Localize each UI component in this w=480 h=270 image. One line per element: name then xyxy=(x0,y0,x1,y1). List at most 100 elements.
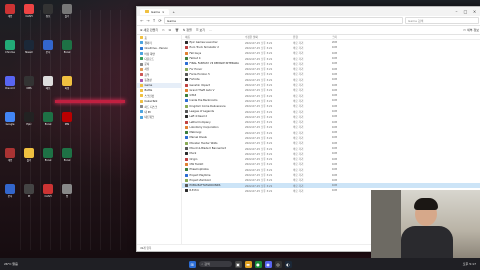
file-name: Grand Theft Auto V xyxy=(189,88,215,92)
copy-icon[interactable]: ⧉ xyxy=(169,28,171,32)
nav-item[interactable]: 네트워크 xyxy=(137,114,181,119)
forward-icon[interactable]: → xyxy=(146,18,150,23)
file-type: 바로 가기 xyxy=(293,179,304,183)
person-torso xyxy=(401,226,453,258)
file-explorer-icon[interactable]: ▬ xyxy=(244,260,252,268)
shortcut-icon xyxy=(185,115,188,119)
desktop-icon[interactable]: 게임 xyxy=(2,148,18,162)
file-name: Kingdom Come Deliverance xyxy=(189,104,226,108)
desktop-icon[interactable]: Epic xyxy=(21,112,37,126)
desktop-icon[interactable]: Steam xyxy=(21,40,37,54)
nav-item-label: 사진 xyxy=(144,68,150,72)
file-size: 1KB xyxy=(331,178,337,182)
desktop-icon[interactable]: Excel xyxy=(40,112,56,126)
folder-icon xyxy=(140,73,143,77)
file-type: 바로 가기 xyxy=(293,121,304,125)
column-size[interactable]: 크기 xyxy=(323,35,337,39)
taskbar-search[interactable]: ⌕ 검색 xyxy=(198,261,232,267)
file-size: 1KB xyxy=(331,57,337,61)
details-label: 세부 정보 xyxy=(467,28,479,32)
desktop-icon-label: CASH xyxy=(25,15,33,18)
cut-icon[interactable]: ✂ xyxy=(162,28,165,32)
app-icon xyxy=(24,112,34,122)
new-tab-icon[interactable]: + xyxy=(169,10,175,14)
nav-item-label: OneDrive - Person xyxy=(144,46,169,50)
file-name-cell: Lethal Company xyxy=(185,120,245,124)
folder-icon xyxy=(140,115,143,119)
column-date[interactable]: 수정한 날짜 xyxy=(245,35,293,39)
shortcut-icon xyxy=(185,136,188,140)
search-input[interactable]: Game 검색 xyxy=(405,17,479,24)
discord-icon[interactable]: ◉ xyxy=(264,260,272,268)
file-name-cell: GTA5 xyxy=(185,94,245,98)
desktop-icon-label: OBS xyxy=(26,87,32,90)
desktop-icon[interactable]: CASH xyxy=(40,184,56,198)
refresh-icon[interactable]: ⟳ xyxy=(158,18,162,23)
desktop-icon[interactable]: 문서 xyxy=(2,184,18,198)
steam-icon[interactable]: ◐ xyxy=(284,260,292,268)
close-window-icon[interactable]: × xyxy=(470,9,479,14)
file-size: 1KB xyxy=(331,120,337,124)
close-tab-icon[interactable]: × xyxy=(162,10,165,14)
desktop-icon[interactable]: OBS xyxy=(21,76,37,90)
maximize-icon[interactable]: □ xyxy=(461,9,470,14)
file-type: 바로 가기 xyxy=(293,142,304,146)
file-size: 1KB xyxy=(331,94,337,98)
new-label: 새로 만들기 xyxy=(143,28,159,32)
desktop-icon[interactable]: Excel xyxy=(59,148,75,162)
desktop-icon[interactable]: Discord xyxy=(2,76,18,90)
folder-icon xyxy=(140,67,143,71)
delete-icon[interactable]: 🗑 xyxy=(175,28,179,32)
sort-button[interactable]: ⇅ 정렬 xyxy=(183,28,192,32)
task-view-icon[interactable]: ▣ xyxy=(234,260,242,268)
app-icon xyxy=(62,148,72,158)
desktop-icon[interactable]: 앱 xyxy=(59,184,75,198)
desktop-icon[interactable]: 게임 xyxy=(2,4,18,18)
more-icon[interactable]: ··· xyxy=(209,28,212,32)
desktop-icon-label: Excel xyxy=(63,159,71,162)
weather-widget[interactable]: 26°C 맑음 xyxy=(0,262,84,266)
up-icon[interactable]: ↑ xyxy=(152,18,156,23)
desktop-icon[interactable]: M xyxy=(21,184,37,198)
desktop-icon-label: Chrome xyxy=(5,51,15,54)
taskbar: 26°C 맑음 ⊞ ⌕ 검색 ▣ ▬ ● ◉ ◎ ◐ 오후 5:17 xyxy=(0,258,480,270)
desktop-icon[interactable]: Google xyxy=(2,112,18,126)
desktop-icon[interactable]: Excel xyxy=(59,40,75,54)
explorer-tab[interactable]: Game × xyxy=(140,8,170,15)
back-icon[interactable]: ← xyxy=(140,18,144,23)
desktop-icon[interactable]: Chrome xyxy=(2,40,18,54)
obs-icon[interactable]: ◎ xyxy=(274,260,282,268)
file-date: 2022-07-15 오후 3:21 xyxy=(245,62,273,66)
app-icon xyxy=(5,40,15,50)
chrome-icon[interactable]: ● xyxy=(254,260,262,268)
folder-icon xyxy=(140,62,143,66)
column-type[interactable]: 유형 xyxy=(293,35,323,39)
desktop-icon-label: CASH xyxy=(44,195,52,198)
desktop-icon[interactable]: 메모 xyxy=(40,76,56,90)
webcam-background xyxy=(371,190,401,258)
file-name-cell: Genshin Impact xyxy=(185,83,245,87)
clock[interactable]: 오후 5:17 xyxy=(463,262,476,266)
file-size: 1KB xyxy=(331,110,337,113)
desktop-icon[interactable]: 폴더 xyxy=(59,4,75,18)
desktop-icon[interactable]: 정보 xyxy=(40,4,56,18)
desktop-icon[interactable]: MSI xyxy=(59,112,75,126)
details-button[interactable]: ▭ 세부 정보 xyxy=(463,28,479,32)
start-icon[interactable]: ⊞ xyxy=(188,260,196,268)
app-icon xyxy=(24,76,34,86)
column-name[interactable]: 이름 xyxy=(185,35,245,39)
address-path[interactable]: Game xyxy=(164,17,403,24)
desktop-icon[interactable]: 폴더 xyxy=(21,148,37,162)
navigation-pane: 홈 갤러리 OneDrive - Person 바탕 화면 다운로드 문서 사진 음악 동영상 G… xyxy=(137,34,182,245)
shortcut-icon xyxy=(185,104,188,108)
nav-item-label: 스크린샷 xyxy=(144,94,155,98)
desktop-icon[interactable]: 문서 xyxy=(40,40,56,54)
desktop-icon[interactable]: 파일 xyxy=(59,76,75,90)
folder-icon xyxy=(140,110,143,114)
view-button[interactable]: ☰ 보기 xyxy=(196,28,205,32)
new-button[interactable]: ⊕ 새로 만들기 xyxy=(140,28,158,32)
file-name: Marvel Rivals xyxy=(189,136,207,140)
desktop-icon[interactable]: Excel xyxy=(40,148,56,162)
desktop-icon[interactable]: CASH xyxy=(21,4,37,18)
minimize-icon[interactable]: – xyxy=(452,9,461,14)
